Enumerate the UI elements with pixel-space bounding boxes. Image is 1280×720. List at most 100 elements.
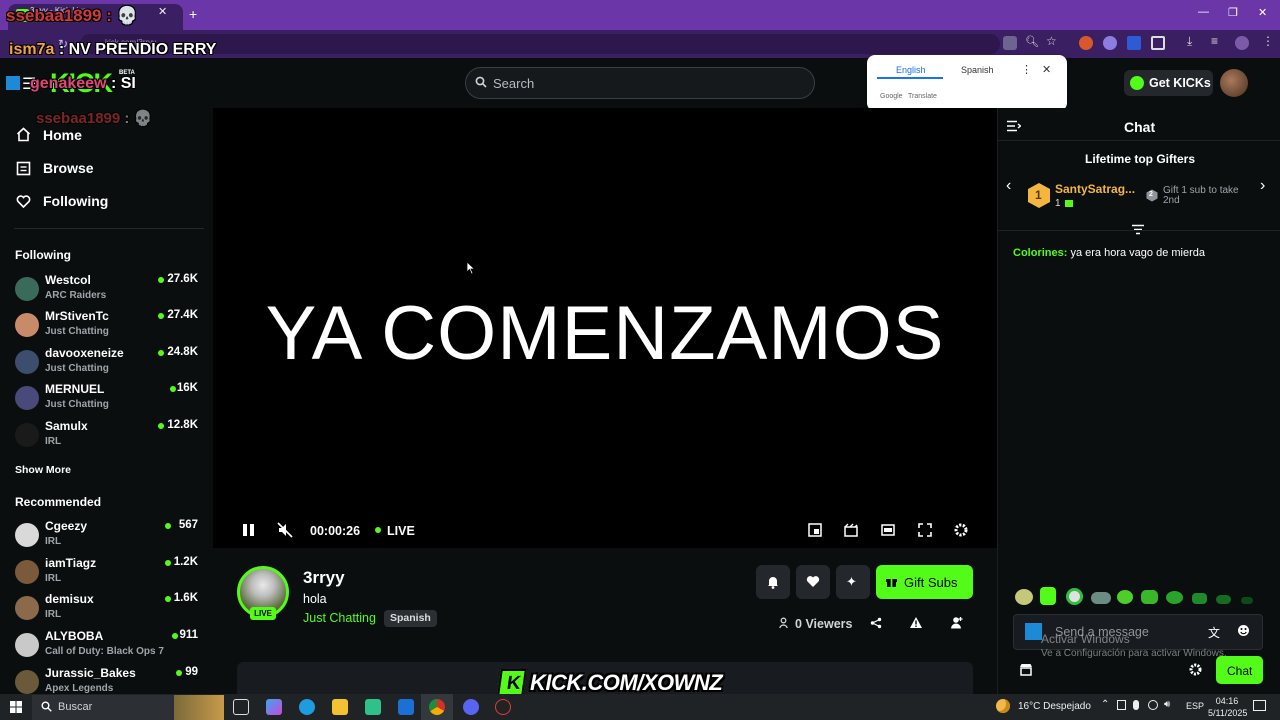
mini-player-icon[interactable] [808,523,822,537]
bookmark-star-icon[interactable]: ☆ [1046,34,1057,48]
tray-mic-icon[interactable] [1133,700,1139,710]
channel-name[interactable]: MERNUEL [45,382,104,396]
translate-tab-english[interactable]: English [896,65,926,75]
chat-username[interactable]: Colorines [1013,247,1064,259]
tray-volume-icon[interactable]: 🔊︎ [1164,699,1170,710]
top-gifter-name[interactable]: SantySatrag... [1055,182,1135,196]
translate-tab-spanish[interactable]: Spanish [961,65,994,75]
extension-wave-icon[interactable] [1103,36,1117,50]
user-options-icon[interactable] [950,616,964,629]
channel-name[interactable]: MrStivenTc [45,309,109,323]
emote-icon[interactable] [1091,592,1111,604]
emote-icon[interactable] [1015,589,1033,605]
tab-close-icon[interactable]: ✕ [158,5,167,18]
translate-icon[interactable] [1003,36,1017,50]
windows-start-icon[interactable] [10,701,22,713]
pause-icon[interactable] [242,523,255,537]
media-icon[interactable]: ≡ [1211,34,1218,48]
channel-name[interactable]: davooxeneize [45,346,124,360]
channel-name[interactable]: Westcol [45,273,91,287]
collapse-chat-icon[interactable] [1006,120,1021,132]
channel-avatar[interactable] [15,596,39,620]
show-more-link[interactable]: Show More [15,464,71,476]
copilot-icon[interactable] [266,699,282,715]
user-avatar[interactable] [1220,69,1248,97]
theater-mode-icon[interactable] [881,523,895,537]
channel-avatar[interactable] [15,313,39,337]
channel-avatar[interactable] [15,633,39,657]
tray-network-icon[interactable] [1117,700,1126,710]
notifications-button[interactable] [756,565,790,599]
minimize-button[interactable]: — [1198,6,1209,18]
clip-icon[interactable] [844,523,858,537]
extension-shield-icon[interactable] [1127,36,1141,50]
extension-fox-icon[interactable] [1079,36,1093,50]
outlook-icon[interactable] [398,699,414,715]
extensions-puzzle-icon[interactable] [1151,36,1165,50]
obs-icon[interactable] [495,699,511,715]
channel-name[interactable]: demisux [45,592,94,606]
report-warning-icon[interactable] [909,616,923,629]
channel-avatar[interactable] [15,386,39,410]
channel-name[interactable]: ALYBOBA [45,629,103,643]
emote-icon[interactable] [1117,590,1133,604]
fullscreen-icon[interactable] [918,523,932,537]
emote-icon[interactable] [1066,588,1083,605]
store-app-icon[interactable] [365,699,381,715]
gifters-prev-icon[interactable]: ‹ [1006,177,1011,195]
sidebar-item-home[interactable]: Home [43,127,82,143]
highlight-button[interactable]: ✦ [836,565,870,599]
chrome-icon[interactable] [429,699,445,715]
channel-avatar[interactable] [15,423,39,447]
translate-more-icon[interactable]: ⋮ [1021,63,1032,76]
sidebar-item-following[interactable]: Following [43,193,108,209]
gifters-next-icon[interactable]: › [1260,177,1265,195]
channel-name[interactable]: Samulx [45,419,88,433]
emote-icon[interactable] [1192,593,1207,604]
emote-icon[interactable] [1216,595,1231,604]
discord-icon[interactable] [463,699,479,715]
address-bar[interactable] [80,34,1000,54]
channel-avatar[interactable] [15,670,39,694]
stream-category-link[interactable]: Just Chatting [303,611,376,625]
channel-name[interactable]: Cgeezy [45,519,87,533]
emote-icon[interactable] [1166,591,1183,604]
share-icon[interactable] [870,617,882,629]
window-close-button[interactable]: ✕ [1258,6,1267,19]
zoom-icon[interactable]: 🔍︎ [1025,35,1039,48]
live-indicator[interactable]: LIVE [387,524,415,538]
task-view-icon[interactable] [233,699,249,715]
muted-speaker-icon[interactable] [277,522,293,538]
streamer-name[interactable]: 3rryy [303,568,345,588]
emote-icon[interactable] [1141,590,1158,604]
channel-name[interactable]: iamTiagz [45,556,96,570]
browser-menu-icon[interactable]: ⋮ [1262,34,1274,48]
sidebar-item-browse[interactable]: Browse [43,160,94,176]
follow-button[interactable] [796,565,830,599]
channel-avatar[interactable] [15,277,39,301]
taskbar-clock[interactable]: 04:16 5/11/2025 [1208,695,1247,719]
taskbar-language[interactable]: ESP [1186,701,1204,711]
channel-avatar[interactable] [15,560,39,584]
translate-close-icon[interactable]: ✕ [1042,63,1051,76]
store-icon[interactable] [1019,663,1033,676]
settings-gear-icon[interactable] [954,523,968,537]
maximize-button[interactable]: ❐ [1228,6,1238,19]
channel-avatar[interactable] [15,523,39,547]
emoji-icon[interactable] [1237,624,1250,637]
tray-location-icon[interactable] [1148,700,1158,710]
emote-icon[interactable] [1241,597,1253,604]
download-icon[interactable]: ⤓ [1187,34,1192,49]
channel-name[interactable]: Jurassic_Bakes [45,666,136,680]
language-tag[interactable]: Spanish [384,610,437,627]
chat-settings-gear-icon[interactable] [1189,663,1202,676]
file-explorer-icon[interactable] [332,699,348,715]
edge-icon[interactable] [299,699,315,715]
profile-icon[interactable] [1235,36,1249,50]
emote-icon[interactable] [1040,587,1056,605]
notifications-center-icon[interactable] [1253,700,1266,711]
translate-chat-icon[interactable]: 文 [1208,624,1220,641]
taskbar-weather[interactable]: 16°C Despejado [1018,701,1091,712]
new-tab-button[interactable]: + [189,6,197,22]
channel-avatar[interactable] [15,350,39,374]
